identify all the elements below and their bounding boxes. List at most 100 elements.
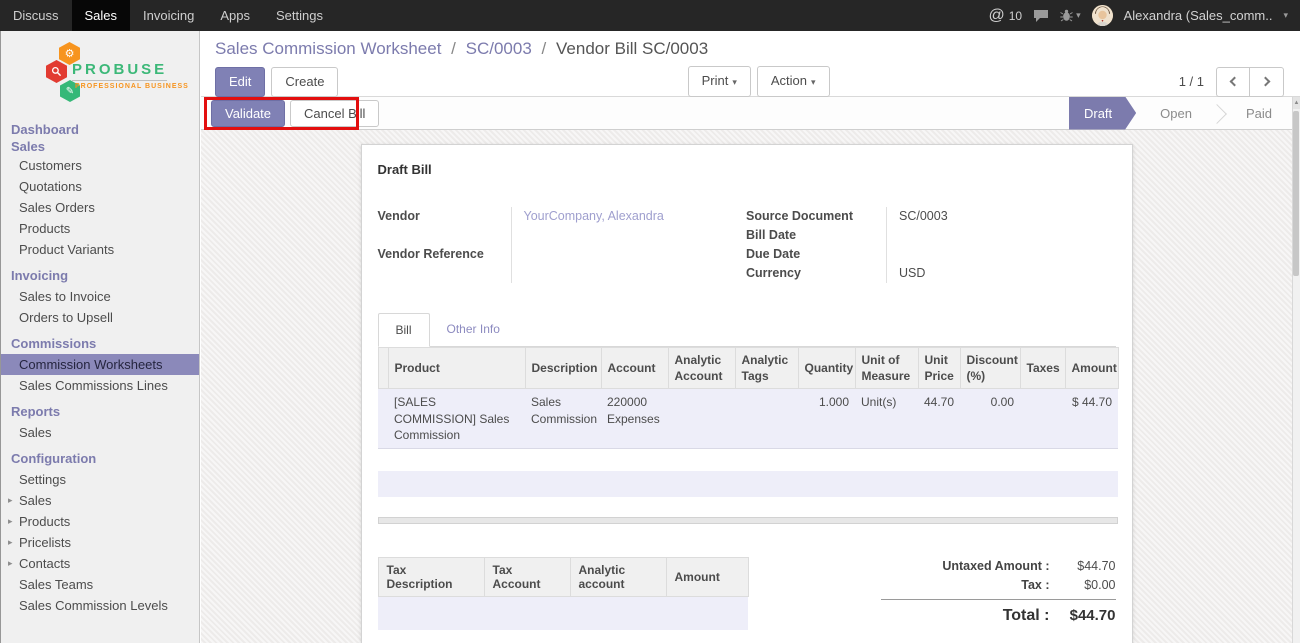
state-draft[interactable]: Draft [1069,97,1136,130]
nav-invoicing[interactable]: Invoicing [130,0,207,31]
horizontal-scrollbar[interactable] [378,517,1118,524]
sidebar-item-config-products[interactable]: Products [1,511,199,532]
user-menu[interactable]: Alexandra (Sales_comm.. [1124,8,1273,23]
navbar-right: @ 10 ▾ [988,0,1300,31]
sidebar-item-orders-to-upsell[interactable]: Orders to Upsell [1,307,199,328]
nav-settings[interactable]: Settings [263,0,336,31]
col-analytic-tags: Analytic Tags [735,348,798,389]
sidebar-item-dashboard[interactable]: Dashboard [1,121,199,138]
sidebar-item-sales-commission-levels[interactable]: Sales Commission Levels [1,595,199,616]
nav-apps[interactable]: Apps [207,0,263,31]
cell-description: Sales Commission [525,389,601,449]
breadcrumb-current: Vendor Bill SC/0003 [556,39,708,58]
form-view: Validate Cancel Bill Draft Open Paid Dra… [201,97,1292,643]
brand-tagline: PROFESSIONAL BUSINESS [75,83,189,90]
left-field-group: Vendor YourCompany, Alexandra Vendor Ref… [378,207,737,283]
tab-other-info[interactable]: Other Info [430,313,517,346]
totals-zone: Tax Description Tax Account Analytic acc… [378,557,1116,630]
source-document-value: SC/0003 [886,207,1115,226]
col-description: Description [525,348,601,389]
col-tax-amount: Amount [666,557,748,596]
at-icon: @ [988,7,1004,25]
sidebar-item-quotations[interactable]: Quotations [1,176,199,197]
breadcrumb-separator: / [446,39,461,58]
chevron-down-icon: ▾ [1076,10,1081,21]
handle-cell [378,389,388,449]
sidebar-item-sales-orders[interactable]: Sales Orders [1,197,199,218]
cell-quantity: 1.000 [798,389,855,449]
bill-date-label: Bill Date [746,226,886,245]
vendor-label: Vendor [378,207,511,245]
col-unit-price: Unit Price [918,348,960,389]
pager-previous-button[interactable] [1216,67,1250,97]
notebook-tabs: Bill Other Info [378,313,1116,347]
scroll-up-arrow-icon[interactable]: ▲ [1293,97,1300,109]
vertical-scrollbar[interactable]: ▲ [1292,97,1300,643]
sidebar-item-sales-teams[interactable]: Sales Teams [1,574,199,595]
sidebar-menu: Dashboard Sales Customers Quotations Sal… [1,121,199,616]
cell-analytic-account [668,389,735,449]
tax-table: Tax Description Tax Account Analytic acc… [378,557,749,630]
invoice-line-row[interactable]: [SALES COMMISSION] Sales Commission Sale… [378,389,1118,449]
validate-button[interactable]: Validate [211,100,285,127]
brand-name: PROBUSE [72,61,167,81]
sidebar-item-contacts[interactable]: Contacts [1,553,199,574]
user-menu-caret-icon[interactable]: ▾ [1283,10,1288,21]
col-tax-analytic-account: Analytic account [570,557,666,596]
scrollbar-thumb[interactable] [1293,111,1299,276]
sidebar-item-config-sales[interactable]: Sales [1,490,199,511]
avatar[interactable] [1092,5,1113,26]
sidebar-item-commission-worksheets[interactable]: Commission Worksheets [1,354,199,375]
edit-button[interactable]: Edit [215,67,265,97]
tab-bill[interactable]: Bill [378,313,430,347]
nav-discuss[interactable]: Discuss [0,0,72,31]
col-analytic-account: Analytic Account [668,348,735,389]
sidebar-section-sales[interactable]: Sales [1,138,199,155]
cancel-bill-button[interactable]: Cancel Bill [290,100,379,127]
sidebar-item-settings[interactable]: Settings [1,469,199,490]
status-pipeline: Draft Open Paid [1069,97,1292,130]
top-navbar: Discuss Sales Invoicing Apps Settings @ … [0,0,1300,31]
nav-sales[interactable]: Sales [72,0,131,31]
sidebar-item-pricelists[interactable]: Pricelists [1,532,199,553]
col-account: Account [601,348,668,389]
chevron-left-icon [1230,77,1240,87]
sidebar-item-sales-commissions-lines[interactable]: Sales Commissions Lines [1,375,199,396]
currency-value: USD [886,264,1115,283]
print-dropdown[interactable]: Print▾ [688,66,751,97]
total-value: $44.70 [1050,607,1116,624]
total-label: Total : [881,607,1050,625]
vendor-value[interactable]: YourCompany, Alexandra [511,207,737,245]
due-date-label: Due Date [746,245,886,264]
pager-next-button[interactable] [1250,67,1284,97]
activity-menu[interactable]: @ 10 [988,7,1022,25]
tax-empty-row [378,596,748,630]
sidebar-item-sales-to-invoice[interactable]: Sales to Invoice [1,286,199,307]
pager-counter: 1 / 1 [1179,74,1204,89]
magnifier-hexagon-icon [46,60,67,83]
tax-label: Tax : [881,578,1050,592]
cell-product: [SALES COMMISSION] Sales Commission [388,389,525,449]
sidebar-item-reports-sales[interactable]: Sales [1,422,199,443]
breadcrumb-worksheets[interactable]: Sales Commission Worksheet [215,39,441,58]
cell-taxes [1020,389,1065,449]
chevron-down-icon: ▾ [811,77,816,87]
control-panel: Sales Commission Worksheet / SC/0003 / V… [201,31,1300,97]
sidebar-item-products[interactable]: Products [1,218,199,239]
debug-menu[interactable]: ▾ [1060,9,1081,22]
totals-divider [881,599,1116,600]
col-discount: Discount (%) [960,348,1020,389]
state-open[interactable]: Open [1140,97,1212,130]
sidebar-item-customers[interactable]: Customers [1,155,199,176]
col-unit-of-measure: Unit of Measure [855,348,918,389]
col-taxes: Taxes [1020,348,1065,389]
state-paid[interactable]: Paid [1226,97,1292,130]
tax-value: $0.00 [1050,578,1116,592]
create-button[interactable]: Create [271,67,338,97]
action-dropdown[interactable]: Action▾ [757,66,830,97]
breadcrumb-sc0003[interactable]: SC/0003 [466,39,532,58]
sidebar: ⚙ ✎ PROBUSE PROFESSIONAL BUSINESS Dashbo… [0,31,200,643]
sidebar-item-product-variants[interactable]: Product Variants [1,239,199,260]
messages-button[interactable] [1033,9,1049,23]
field-groups: Vendor YourCompany, Alexandra Vendor Ref… [378,207,1116,283]
